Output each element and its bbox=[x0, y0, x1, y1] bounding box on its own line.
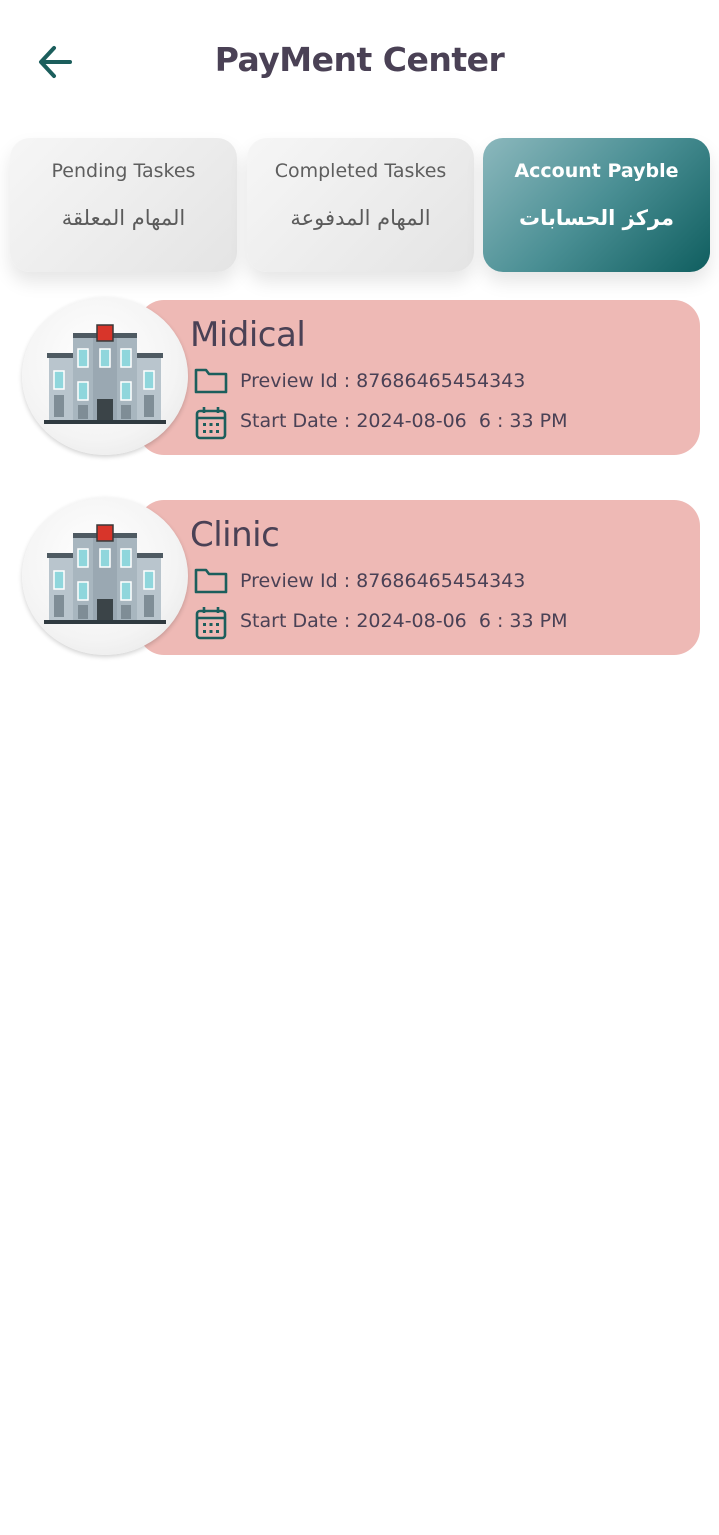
start-date-text: Start Date : 2024-08-06 6 : 33 PM bbox=[240, 410, 568, 432]
tab-label-ar: المهام المدفوعة bbox=[290, 206, 431, 230]
calendar-icon bbox=[195, 607, 227, 640]
preview-id-text: Preview Id : 87686465454343 bbox=[240, 370, 526, 392]
payment-card[interactable]: Midical Preview Id : 87686465454343 Star… bbox=[20, 297, 700, 457]
tab-label-en: Pending Taskes bbox=[51, 160, 196, 182]
hospital-avatar bbox=[22, 297, 188, 455]
card-title: Midical bbox=[190, 315, 306, 355]
payment-center-screen: PayMent Center Pending Taskes المهام الم… bbox=[0, 0, 719, 1535]
folder-icon bbox=[194, 568, 228, 594]
app-header: PayMent Center bbox=[0, 0, 719, 124]
start-date-text: Start Date : 2024-08-06 6 : 33 PM bbox=[240, 610, 568, 632]
tab-label-ar: المهام المعلقة bbox=[61, 206, 186, 230]
preview-id-text: Preview Id : 87686465454343 bbox=[240, 570, 526, 592]
tab-label-ar: مركز الحسابات bbox=[519, 206, 674, 230]
tab-completed-tasks[interactable]: Completed Taskes المهام المدفوعة bbox=[247, 138, 474, 272]
hospital-building-icon bbox=[44, 324, 166, 424]
calendar-icon bbox=[195, 407, 227, 440]
payment-card[interactable]: Clinic Preview Id : 87686465454343 Start… bbox=[20, 497, 700, 657]
tab-label-en: Completed Taskes bbox=[274, 160, 447, 182]
hospital-avatar bbox=[22, 497, 188, 655]
hospital-building-icon bbox=[44, 524, 166, 624]
tab-pending-tasks[interactable]: Pending Taskes المهام المعلقة bbox=[10, 138, 237, 272]
tab-label-en: Account Payble bbox=[514, 160, 679, 182]
page-title: PayMent Center bbox=[214, 40, 505, 79]
tab-bar: Pending Taskes المهام المعلقة Completed … bbox=[10, 138, 710, 272]
folder-icon bbox=[194, 368, 228, 394]
tab-account-payable[interactable]: Account Payble مركز الحسابات bbox=[483, 138, 710, 272]
card-title: Clinic bbox=[190, 515, 280, 555]
